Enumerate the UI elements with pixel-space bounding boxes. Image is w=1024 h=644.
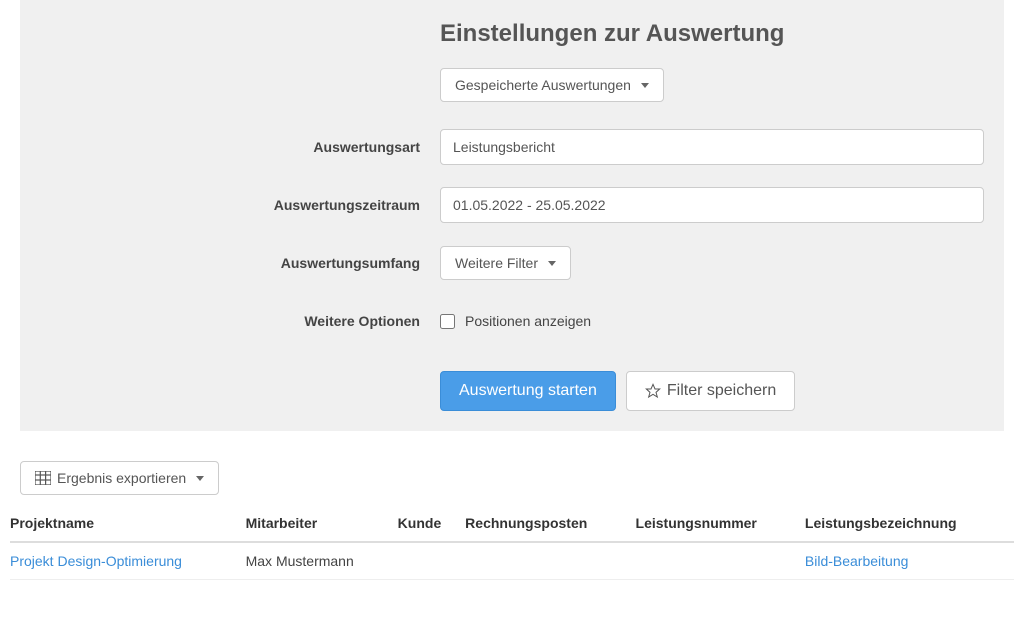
col-service-name: Leistungsbezeichnung [805, 505, 1014, 542]
col-invoice-item: Rechnungsposten [465, 505, 635, 542]
report-period-input[interactable] [440, 187, 984, 223]
show-positions-label[interactable]: Positionen anzeigen [465, 313, 591, 329]
more-filters-label: Weitere Filter [455, 255, 538, 271]
caret-down-icon [548, 261, 556, 266]
save-filter-button[interactable]: Filter speichern [626, 371, 795, 411]
employee-cell: Max Mustermann [246, 542, 398, 580]
show-positions-checkbox[interactable] [440, 314, 455, 329]
more-options-label: Weitere Optionen [40, 313, 440, 329]
col-customer: Kunde [398, 505, 466, 542]
table-icon [35, 471, 51, 485]
export-result-label: Ergebnis exportieren [57, 470, 186, 486]
report-type-label: Auswertungsart [40, 139, 440, 155]
col-project: Projektname [10, 505, 246, 542]
invoice-item-cell [465, 542, 635, 580]
customer-cell [398, 542, 466, 580]
caret-down-icon [641, 83, 649, 88]
export-result-dropdown[interactable]: Ergebnis exportieren [20, 461, 219, 495]
report-scope-label: Auswertungsumfang [40, 255, 440, 271]
report-type-select[interactable] [440, 129, 984, 165]
save-filter-label: Filter speichern [667, 382, 776, 400]
col-employee: Mitarbeiter [246, 505, 398, 542]
settings-panel: Einstellungen zur Auswertung Gespeichert… [20, 0, 1004, 431]
start-report-button[interactable]: Auswertung starten [440, 371, 616, 411]
col-service-number: Leistungsnummer [636, 505, 805, 542]
service-link[interactable]: Bild-Bearbeitung [805, 553, 909, 569]
service-number-cell [636, 542, 805, 580]
report-period-label: Auswertungszeitraum [40, 197, 440, 213]
more-filters-dropdown[interactable]: Weitere Filter [440, 246, 571, 280]
saved-reports-label: Gespeicherte Auswertungen [455, 77, 631, 93]
star-icon [645, 383, 661, 399]
results-table: Projektname Mitarbeiter Kunde Rechnungsp… [10, 505, 1014, 580]
project-link[interactable]: Projekt Design-Optimierung [10, 553, 182, 569]
caret-down-icon [196, 476, 204, 481]
panel-title: Einstellungen zur Auswertung [440, 20, 984, 48]
table-row: Projekt Design-Optimierung Max Musterman… [10, 542, 1014, 580]
saved-reports-dropdown[interactable]: Gespeicherte Auswertungen [440, 68, 664, 102]
